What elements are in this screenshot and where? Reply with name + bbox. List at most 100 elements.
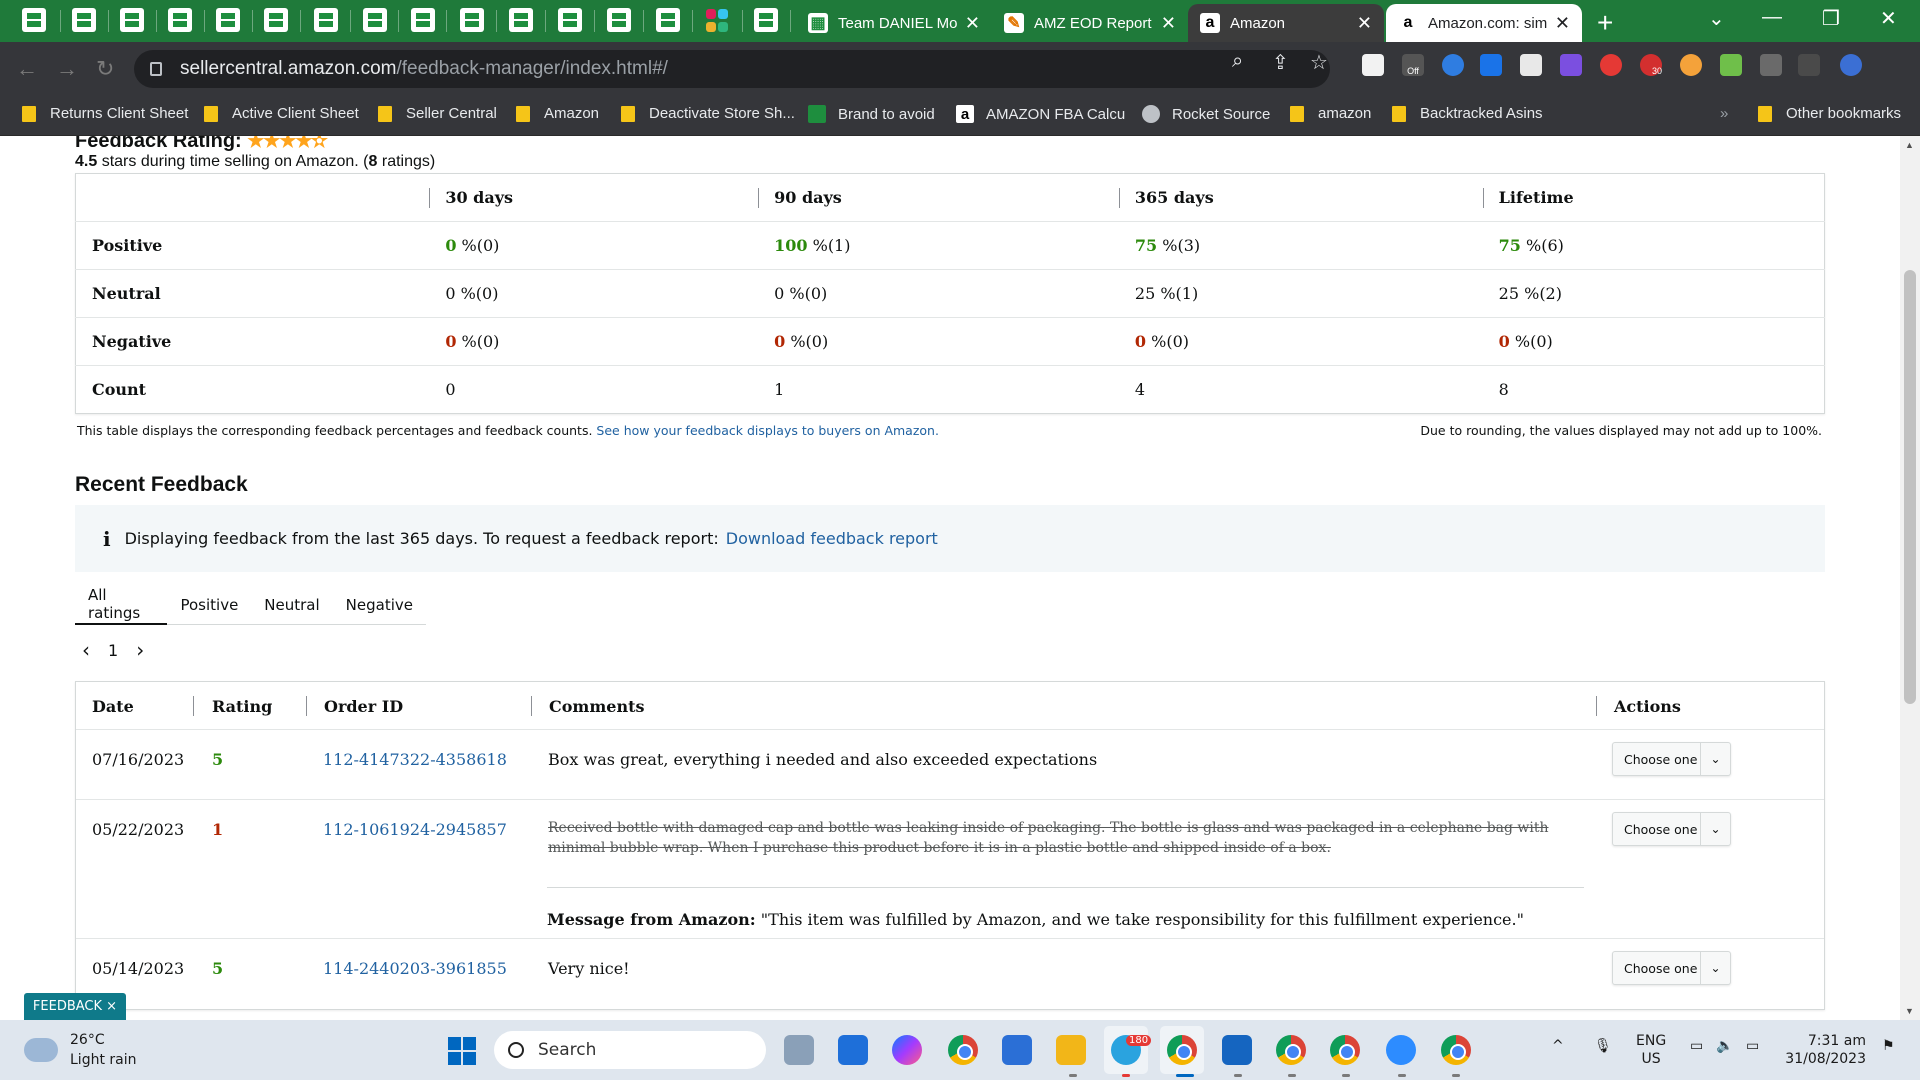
bookmark-brand-to-avoid[interactable]: Brand to avoid (808, 105, 935, 123)
google-sheets-pinned-tab-icon[interactable] (22, 8, 46, 32)
google-sheets-pinned-tab-icon[interactable] (607, 8, 631, 32)
taskbar-search-input[interactable]: Search (494, 1031, 766, 1069)
actions-dropdown[interactable]: Choose one ⌄ (1612, 812, 1731, 846)
tab-team-daniel[interactable]: ▦ Team DANIEL Mo ✕ (796, 4, 992, 42)
google-sheets-pinned-tab-icon[interactable] (460, 8, 484, 32)
tab-amazon-com[interactable]: a Amazon.com: sim ✕ (1386, 4, 1582, 42)
bookmark-amazon[interactable]: Amazon (516, 105, 599, 122)
extension-icon[interactable] (1362, 54, 1384, 76)
tab-amazon[interactable]: a Amazon ✕ (1188, 4, 1384, 42)
google-sheets-pinned-tab-icon[interactable] (120, 8, 144, 32)
google-sheets-pinned-tab-icon[interactable] (168, 8, 192, 32)
fba-extension-icon[interactable] (1480, 54, 1502, 76)
chrome-profile-icon[interactable] (1167, 1035, 1197, 1065)
order-id-link[interactable]: 112-1061924-2945857 (323, 820, 507, 839)
order-id-link[interactable]: 114-2440203-3961855 (323, 959, 507, 978)
tab-neutral[interactable]: Neutral (251, 585, 332, 625)
url-field[interactable]: sellercentral.amazon.com/feedback-manage… (134, 50, 1330, 88)
bookmark-backtracked-asins[interactable]: Backtracked Asins (1392, 105, 1543, 122)
google-sheets-pinned-tab-icon[interactable] (314, 8, 338, 32)
google-sheets-pinned-tab-icon[interactable] (754, 8, 778, 32)
chrome-icon[interactable] (948, 1035, 978, 1065)
page-scrollbar[interactable]: ▲ ▼ (1900, 136, 1920, 1020)
zoom-icon[interactable]: ⌕ (1232, 50, 1243, 73)
bookmark-rocket-source[interactable]: Rocket Source (1142, 105, 1270, 123)
new-tab-button[interactable]: + (1597, 7, 1613, 39)
download-feedback-report-link[interactable]: Download feedback report (726, 529, 938, 548)
next-page-icon[interactable]: › (136, 638, 144, 662)
profile-avatar[interactable] (1840, 54, 1862, 76)
google-sheets-pinned-tab-icon[interactable] (411, 8, 435, 32)
back-arrow-icon[interactable]: ← (16, 56, 38, 82)
google-sheets-pinned-tab-icon[interactable] (509, 8, 533, 32)
forward-arrow-icon[interactable]: → (56, 56, 78, 82)
bookmark-deactivate-store[interactable]: Deactivate Store Sh... (621, 105, 795, 122)
slack-pinned-tab-icon[interactable] (706, 9, 730, 33)
google-sheets-pinned-tab-icon[interactable] (72, 8, 96, 32)
chrome-profile-icon[interactable] (1441, 1035, 1471, 1065)
reload-icon[interactable]: ↻ (96, 56, 114, 82)
tab-all-ratings[interactable]: All ratings (75, 585, 168, 625)
extension-icon[interactable] (1442, 54, 1464, 76)
scroll-down-arrow-icon[interactable]: ▼ (1905, 1006, 1914, 1016)
bookmark-amazon-fba-calcu[interactable]: a AMAZON FBA Calcu (956, 105, 1125, 123)
close-window-button[interactable]: ✕ (1880, 6, 1897, 31)
language-indicator[interactable]: ENG US (1636, 1032, 1666, 1068)
scrollbar-thumb[interactable] (1904, 270, 1916, 704)
google-sheets-pinned-tab-icon[interactable] (656, 8, 680, 32)
extension-icon[interactable] (1720, 54, 1742, 76)
google-sheets-pinned-tab-icon[interactable] (264, 8, 288, 32)
extension-icon[interactable] (1560, 54, 1582, 76)
actions-dropdown[interactable]: Choose one ⌄ (1612, 951, 1731, 985)
page-number[interactable]: 1 (108, 641, 118, 660)
bookmark-amazon-folder[interactable]: amazon (1290, 105, 1371, 122)
scroll-up-arrow-icon[interactable]: ▲ (1905, 140, 1914, 150)
close-tab-icon[interactable]: ✕ (965, 13, 980, 34)
share-icon[interactable]: ⇪ (1272, 50, 1289, 75)
r-app-icon[interactable] (1222, 1035, 1252, 1065)
tab-search-chevron-icon[interactable]: ⌄ (1708, 6, 1725, 31)
network-icon[interactable]: ▭ (1690, 1038, 1703, 1054)
tab-positive[interactable]: Positive (167, 585, 251, 625)
bookmark-seller-central[interactable]: Seller Central (378, 105, 497, 122)
extension-icon[interactable] (1600, 54, 1622, 76)
minimize-button[interactable]: — (1762, 6, 1782, 29)
messenger-icon[interactable] (892, 1035, 922, 1065)
task-view-icon[interactable] (784, 1035, 814, 1065)
notepad-icon[interactable] (1002, 1035, 1032, 1065)
chrome-profile-icon[interactable] (1330, 1035, 1360, 1065)
bookmark-star-icon[interactable]: ☆ (1310, 50, 1328, 75)
microphone-icon[interactable]: 🎙 (1594, 1038, 1612, 1054)
battery-icon[interactable]: ▭ (1746, 1038, 1759, 1054)
actions-dropdown[interactable]: Choose one ⌄ (1612, 742, 1731, 776)
weather-widget[interactable]: 26°C Light rain (24, 1030, 137, 1070)
extension-icon[interactable] (1520, 54, 1542, 76)
file-explorer-icon[interactable] (1056, 1035, 1086, 1065)
feedback-display-link[interactable]: See how your feedback displays to buyers… (596, 423, 939, 438)
tab-amz-eod-report[interactable]: ✎ AMZ EOD Report ✕ (992, 4, 1188, 42)
bookmarks-overflow-button[interactable]: » (1720, 105, 1728, 122)
system-clock[interactable]: 7:31 am 31/08/2023 (1785, 1032, 1866, 1068)
puzzle-icon[interactable] (1760, 54, 1782, 76)
order-id-link[interactable]: 112-4147322-4358618 (323, 750, 507, 769)
extension-badge-icon[interactable]: 30 (1640, 54, 1662, 76)
notifications-icon[interactable]: ⚑ (1882, 1038, 1895, 1054)
zoom-icon[interactable] (1386, 1035, 1416, 1065)
close-icon[interactable]: × (106, 999, 117, 1014)
close-tab-icon[interactable]: ✕ (1357, 13, 1372, 34)
maximize-button[interactable]: ❐ (1822, 6, 1840, 31)
tab-negative[interactable]: Negative (333, 585, 426, 625)
other-bookmarks[interactable]: Other bookmarks (1758, 105, 1901, 122)
side-panel-icon[interactable] (1798, 54, 1820, 76)
close-tab-icon[interactable]: ✕ (1161, 13, 1176, 34)
close-tab-icon[interactable]: ✕ (1555, 13, 1570, 34)
extension-off-icon[interactable]: Off (1402, 54, 1424, 76)
chrome-profile-icon[interactable] (1276, 1035, 1306, 1065)
google-sheets-pinned-tab-icon[interactable] (216, 8, 240, 32)
volume-icon[interactable]: 🔈 (1716, 1038, 1733, 1054)
prev-page-icon[interactable]: ‹ (82, 638, 90, 662)
google-sheets-pinned-tab-icon[interactable] (558, 8, 582, 32)
bookmark-returns-client-sheet[interactable]: Returns Client Sheet (22, 105, 188, 122)
extension-icon[interactable] (1680, 54, 1702, 76)
bookmark-active-client-sheet[interactable]: Active Client Sheet (204, 105, 359, 122)
